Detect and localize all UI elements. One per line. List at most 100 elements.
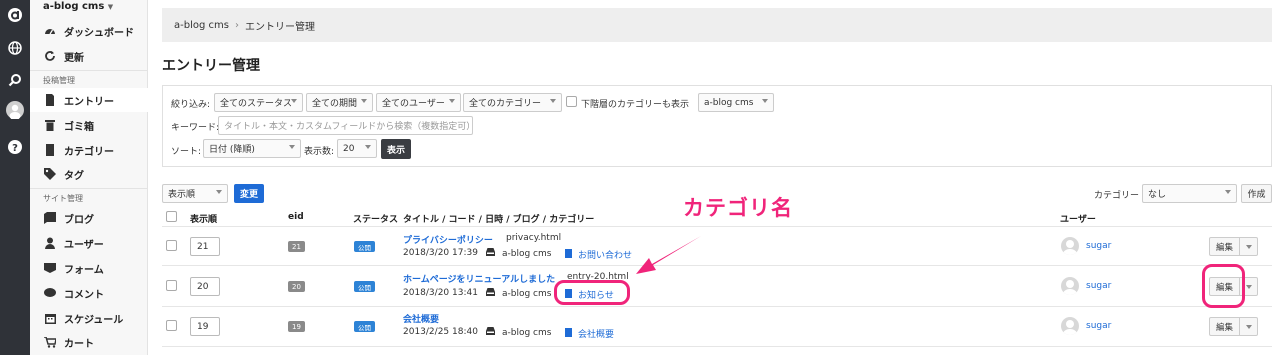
bulk-category-select[interactable]: なし: [1142, 184, 1237, 203]
sidebar-item-label: フォーム: [64, 264, 104, 276]
entry-title-link[interactable]: プライバシーポリシー: [403, 233, 493, 246]
user-link[interactable]: sugar: [1086, 281, 1111, 291]
sidebar-item-label: カテゴリー: [64, 146, 114, 158]
refresh-icon: [44, 50, 56, 62]
blog-name: a-blog cms: [502, 248, 552, 259]
entry-blog: a-blog cms: [486, 327, 551, 338]
chevron-down-icon: [449, 99, 455, 103]
entry-category-link[interactable]: 会社概要: [565, 327, 614, 340]
divider: [30, 70, 148, 71]
order-input[interactable]: 19: [190, 317, 220, 336]
category-icon: [565, 327, 572, 340]
entry-category-link[interactable]: お問い合わせ: [565, 248, 632, 261]
site-switcher[interactable]: a-blog cms ▼: [43, 1, 113, 12]
sidebar-item-label: タグ: [64, 170, 84, 182]
divider: [162, 265, 1272, 266]
select-all-checkbox[interactable]: [166, 211, 177, 222]
sidebar-item-entry[interactable]: エントリー: [30, 88, 148, 112]
divider: [162, 306, 1272, 307]
create-button[interactable]: 作成: [1241, 184, 1272, 203]
category-icon: [565, 248, 572, 261]
chevron-down-icon: [361, 99, 367, 103]
category-icon: [44, 144, 56, 156]
comment-icon: [44, 287, 56, 299]
sidebar-item-trash[interactable]: ゴミ箱: [30, 113, 148, 137]
select-value: なし: [1148, 190, 1167, 200]
entry-code: privacy.html: [506, 233, 562, 243]
annotation-circle-category: [554, 280, 630, 305]
sidebar-item-tag[interactable]: タグ: [30, 162, 148, 186]
breadcrumb-root[interactable]: a-blog cms: [174, 20, 229, 31]
entry-title-link[interactable]: 会社概要: [403, 312, 439, 325]
annotation-circle-edit: [1202, 264, 1245, 308]
order-input[interactable]: 21: [190, 237, 220, 256]
subcategory-checkbox[interactable]: [566, 96, 577, 107]
sidebar-item-user[interactable]: ユーザー: [30, 231, 148, 255]
annotation-arrow: [636, 236, 701, 274]
count-select[interactable]: 20: [337, 139, 377, 158]
user-select[interactable]: 全てのユーザー: [376, 93, 461, 112]
order-input[interactable]: 20: [190, 277, 220, 296]
chevron-down-icon: [1225, 190, 1231, 194]
period-select[interactable]: 全ての期間: [306, 93, 373, 112]
breadcrumb: a-blog cms › エントリー管理: [162, 8, 1272, 42]
edit-button[interactable]: 編集: [1210, 318, 1240, 335]
select-value: 20: [343, 143, 355, 154]
eid-badge: 21: [288, 241, 305, 252]
user-link[interactable]: sugar: [1086, 241, 1111, 251]
sort-select[interactable]: 日付 (降順): [203, 139, 301, 158]
select-value: a-blog cms: [704, 97, 754, 108]
chevron-down-icon: ▼: [107, 3, 114, 11]
edit-menu-dropdown[interactable]: [1240, 318, 1257, 335]
row-checkbox[interactable]: [166, 320, 177, 331]
category-name: 会社概要: [578, 330, 615, 340]
category-select[interactable]: 全てのカテゴリー: [463, 93, 562, 112]
sidebar-item-schedule[interactable]: スケジュール: [30, 306, 148, 330]
sidebar-item-form[interactable]: フォーム: [30, 256, 148, 280]
sidebar-item-comment[interactable]: コメント: [30, 281, 148, 305]
edit-menu-dropdown[interactable]: [1240, 238, 1257, 255]
help-icon[interactable]: ?: [5, 137, 25, 157]
ablogcms-logo-icon[interactable]: [5, 5, 25, 25]
avatar: [1061, 277, 1079, 295]
sidebar-item-blog[interactable]: ブログ: [30, 206, 148, 230]
keyword-input[interactable]: タイトル・本文・カスタムフィールドから検索（複数指定可）: [218, 116, 475, 135]
entry-date: 2018/3/20 13:41: [403, 288, 478, 298]
change-button[interactable]: 変更: [234, 184, 264, 203]
search-icon[interactable]: [5, 70, 25, 90]
inbox-icon: [486, 327, 495, 338]
header-status: ステータス: [353, 215, 399, 225]
blog-name: a-blog cms: [502, 288, 552, 299]
row-checkbox[interactable]: [166, 280, 177, 291]
entry-title-link[interactable]: ホームページをリニューアルしました: [403, 272, 555, 285]
user-avatar-icon[interactable]: [5, 100, 25, 120]
blog-select[interactable]: a-blog cms: [698, 93, 774, 112]
sidebar-group-site: サイト管理: [43, 194, 83, 203]
show-button[interactable]: 表示: [381, 139, 411, 159]
chevron-down-icon: [762, 99, 768, 103]
subcategory-label: 下階層のカテゴリーも表示: [581, 100, 690, 110]
status-badge: 公開: [354, 321, 375, 332]
bulk-order-select[interactable]: 表示順: [162, 184, 228, 203]
divider: [162, 226, 1272, 227]
keyword-label: キーワード:: [171, 123, 220, 133]
sidebar-item-category[interactable]: カテゴリー: [30, 138, 148, 162]
eid-badge: 20: [288, 281, 305, 292]
sidebar-item-label: コメント: [64, 289, 104, 301]
user-link[interactable]: sugar: [1086, 321, 1111, 331]
chevron-down-icon: [291, 99, 297, 103]
page-title: エントリー管理: [162, 58, 260, 74]
status-select[interactable]: 全てのステータス: [214, 93, 303, 112]
sidebar-item-refresh[interactable]: 更新: [30, 44, 148, 68]
status-badge: 公開: [354, 241, 375, 252]
cart-icon: [44, 336, 56, 348]
globe-icon[interactable]: [5, 38, 25, 58]
category-name: お問い合わせ: [578, 251, 633, 261]
sidebar-item-dashboard[interactable]: ダッシュボード: [30, 19, 148, 43]
filter-panel: 絞り込み: 全てのステータス 全ての期間 全てのユーザー 全てのカテゴリー 下階…: [162, 85, 1272, 167]
sidebar-item-cart[interactable]: カート: [30, 330, 148, 354]
edit-button[interactable]: 編集: [1210, 238, 1240, 255]
select-value: 全ての期間: [312, 99, 358, 109]
row-checkbox[interactable]: [166, 240, 177, 251]
inbox-icon: [486, 248, 495, 259]
